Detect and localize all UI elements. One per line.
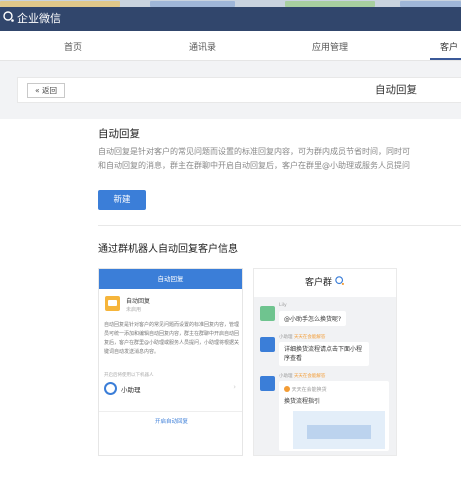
assistant-name: 小助理 [121,386,141,394]
message-icon [105,296,120,311]
main-nav: 首页 通讯录 应用管理 客户 [0,31,461,61]
msg3-sender: 小助理 天天在会能解答 [279,373,325,379]
back-button[interactable]: « 返回 [27,83,65,98]
preview-body-text: 自动回复是针对客户的常见问题而设置的标准回复内容，管理员可统一添加和编辑自动回复… [104,322,240,355]
app-header: 企业微信 [0,7,461,31]
sub-header-bar: « 返回 自动回复 [17,77,461,103]
msg1-bubble: @小助手怎么换货呢? [279,311,347,326]
divider [98,225,461,226]
preview-header: 自动回复 [99,269,242,289]
sub-header: « 返回 自动回复 [0,61,461,119]
assistant-avatar-icon [104,382,117,395]
group-header: 客户群 [254,269,396,297]
robot-section-title: 通过群机器人自动回复客户信息 [98,244,238,255]
tab-home[interactable]: 首页 [64,40,82,53]
chevron-right-icon: › [233,383,236,391]
mini-program-app: 天天在会能换货 [284,386,327,393]
msg1-sender: Lily [279,303,287,308]
auto-reply-phone-preview: 自动回复 自动回复 未启用 自动回复是针对客户的常见问题而设置的标准回复内容，管… [98,268,243,456]
mini-program-app-name: 天天在会能换货 [291,387,327,393]
assistant-avatar-icon [260,337,275,352]
intro-line-2: 和自动回复的消息，群主在群聊中开启自动回复后，客户在群里@小助理或服务人员提问 [98,161,410,170]
msg2-sender-tag: 天天在会能解答 [293,335,326,340]
tab-app-management[interactable]: 应用管理 [312,40,348,53]
customer-group-phone-preview: 客户群 Lily @小助手怎么换货呢? 小助理 天天在会能解答 详细换货流程请点… [253,268,397,456]
preview-divider [99,411,242,412]
group-title: 客户群 [305,278,333,288]
wecom-logo-icon [3,11,14,22]
app-brand: 企业微信 [17,12,61,25]
enable-auto-reply-link: 开启自动回复 [154,419,188,425]
preview-msg-title: 自动回复 [126,298,151,305]
os-taskbar [0,0,461,7]
new-button[interactable]: 新建 [98,190,146,210]
intro-title: 自动回复 [98,128,140,140]
msg2-bubble: 详细换货流程请点击下面小程序查看 [279,342,369,366]
intro-description: 自动回复是针对客户的常见问题而设置的标准回复内容，可为群内成员节省时间，同时可 … [98,145,461,173]
active-tab-indicator [430,58,461,60]
msg3-sender-tag: 天天在会能解答 [293,374,326,379]
page-title: 自动回复 [375,84,417,96]
tab-contacts[interactable]: 通讯录 [189,40,216,53]
assistant-avatar-icon [260,376,275,391]
preview-robot-hint: 开启后将使用以下机器人 [104,373,154,378]
thumbnail-graphic [307,425,371,439]
tab-customers[interactable]: 客户 [440,40,458,53]
mini-program-title: 换货流程指引 [284,398,321,405]
mini-program-thumbnail [293,411,385,449]
intro-line-1: 自动回复是针对客户的常见问题而设置的标准回复内容，可为群内成员节省时间，同时可 [98,147,410,156]
group-logo-icon [335,276,344,285]
msg2-sender-name: 小助理 [279,335,293,340]
user-avatar [260,306,275,321]
msg3-sender-name: 小助理 [279,374,293,379]
preview-msg-status: 未启用 [126,307,142,313]
msg2-sender: 小助理 天天在会能解答 [279,334,325,340]
mini-program-icon [284,386,290,392]
